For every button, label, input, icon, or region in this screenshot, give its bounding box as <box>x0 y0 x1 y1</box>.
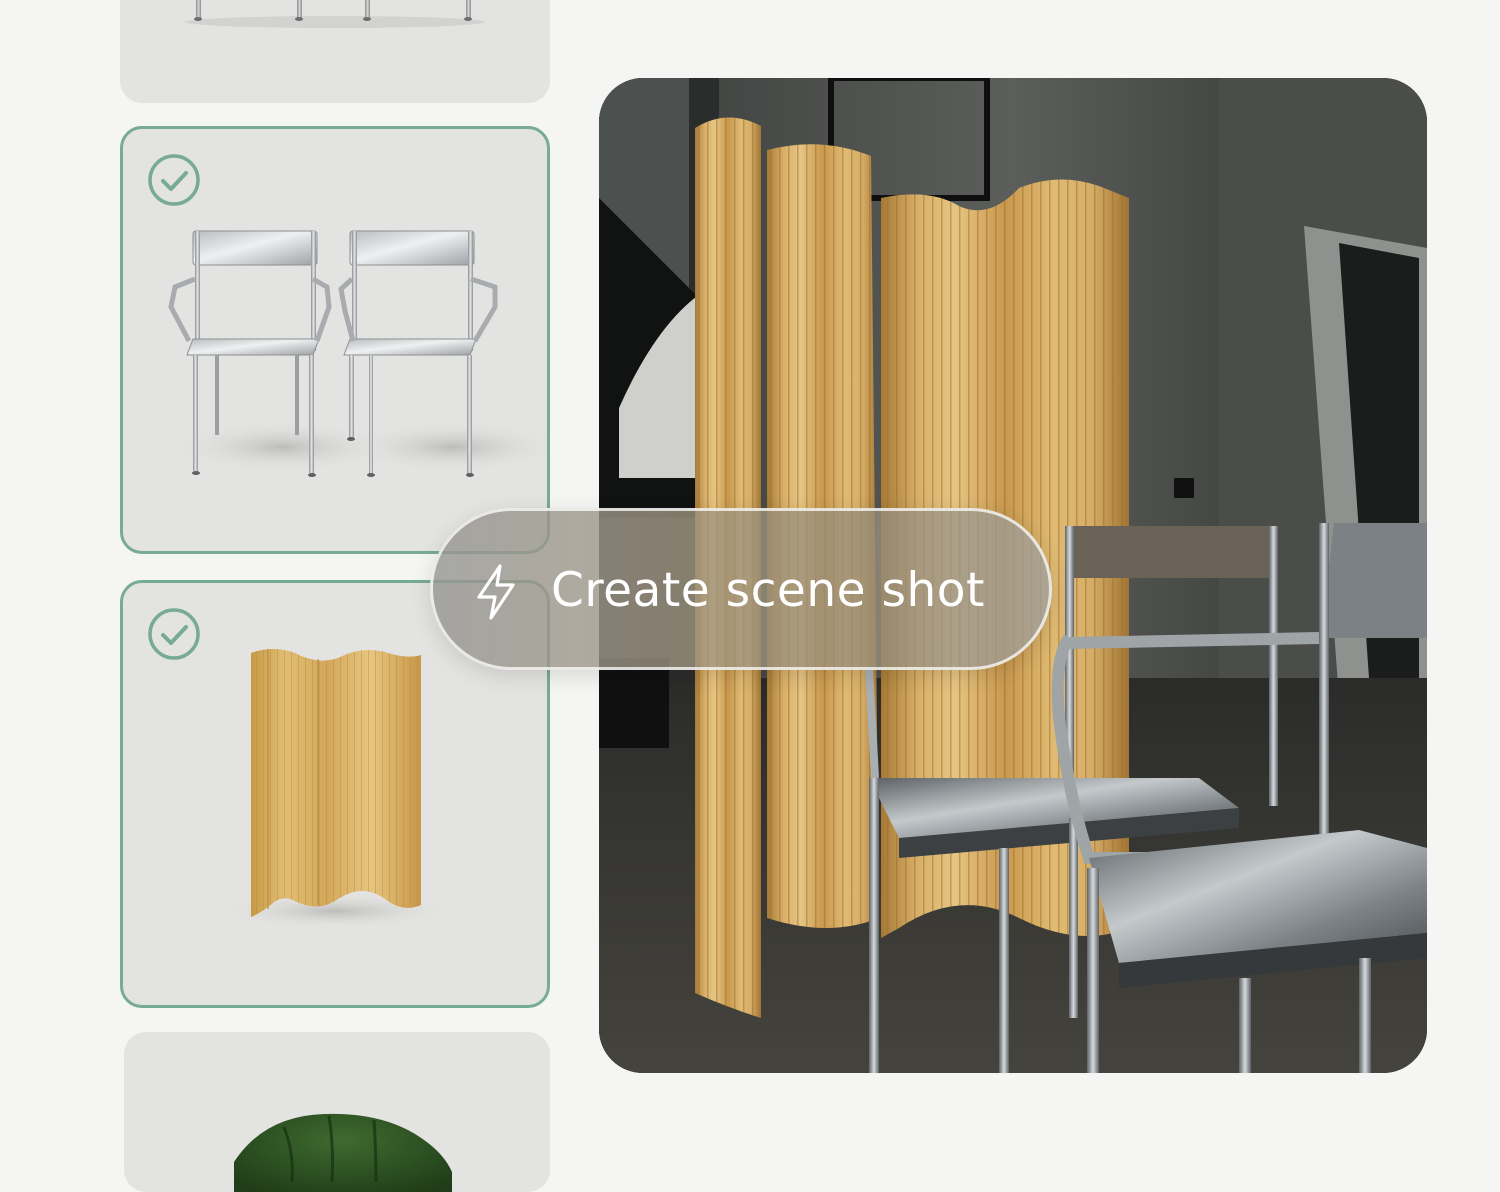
create-scene-shot-button[interactable]: Create scene shot <box>430 508 1052 670</box>
product-card-green-chair[interactable] <box>124 1032 550 1192</box>
green-chair-image <box>234 1113 452 1192</box>
product-card-armchairs[interactable] <box>120 126 550 554</box>
selected-check-icon[interactable] <box>147 607 201 661</box>
selected-check-icon[interactable] <box>147 153 201 207</box>
lightning-bolt-icon <box>477 564 515 620</box>
product-card-chairs-top[interactable] <box>120 0 550 103</box>
chair-legs-image <box>185 0 485 28</box>
create-scene-shot-label: Create scene shot <box>551 563 985 618</box>
